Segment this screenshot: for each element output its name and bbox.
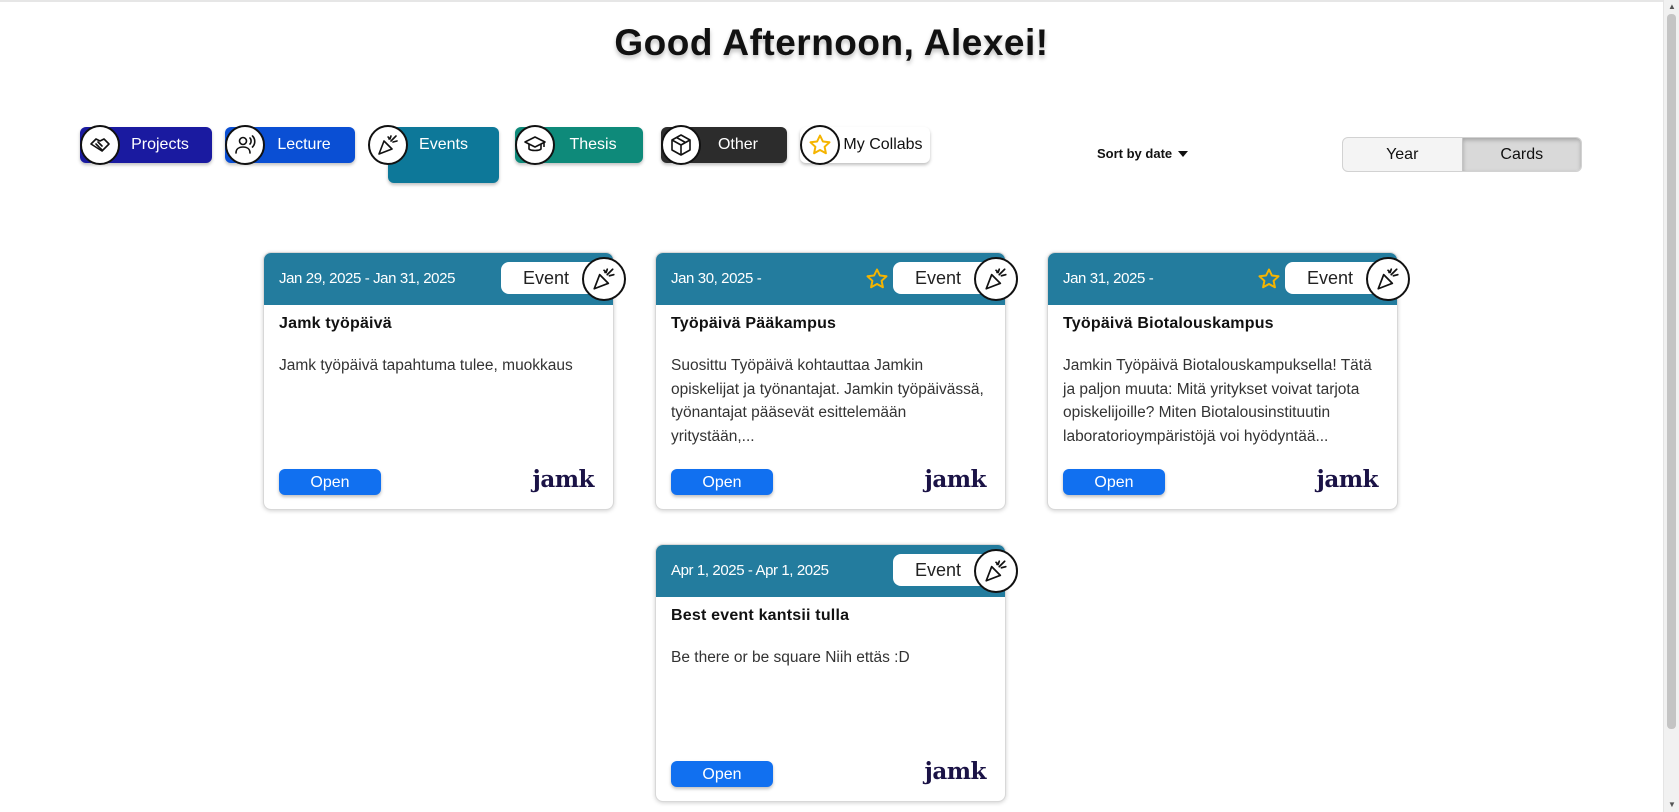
filter-my-collabs[interactable]: My Collabs <box>800 125 930 165</box>
sort-dropdown[interactable]: Sort by date <box>1097 146 1189 161</box>
card-description: Jamkin Työpäivä Biotalouskampuksella! Tä… <box>1063 357 1372 445</box>
star-icon[interactable] <box>865 267 889 291</box>
filter-lecture[interactable]: Lecture <box>225 125 355 165</box>
filter-my-collabs-label: My Collabs <box>843 136 923 153</box>
card-header: Jan 31, 2025 - Event <box>1048 253 1410 305</box>
scrollbar-thumb[interactable] <box>1667 14 1676 729</box>
page-title: Good Afternoon, Alexei! <box>614 22 1049 63</box>
scroll-up-icon[interactable]: ▲ <box>1664 0 1679 14</box>
card-title: Jamk työpäivä <box>279 315 392 332</box>
scroll-down-icon[interactable]: ▼ <box>1664 798 1679 812</box>
card-date: Jan 29, 2025 - Jan 31, 2025 <box>279 270 456 287</box>
open-button[interactable]: Open <box>671 469 773 495</box>
party-popper-icon <box>582 257 626 301</box>
card-header: Apr 1, 2025 - Apr 1, 2025 Event <box>656 545 1018 597</box>
jamk-logo: jamk <box>1316 466 1379 493</box>
jamk-logo: jamk <box>924 758 987 785</box>
card-header: Jan 29, 2025 - Jan 31, 2025 Event <box>264 253 626 305</box>
event-card: Jan 29, 2025 - Jan 31, 2025 Event Jamk t… <box>263 252 626 510</box>
event-card: Apr 1, 2025 - Apr 1, 2025 Event Best eve… <box>655 544 1018 802</box>
card-description: Suosittu Työpäivä kohtauttaa Jamkin opis… <box>671 357 984 445</box>
view-year-button[interactable]: Year <box>1343 138 1462 171</box>
jamk-logo: jamk <box>532 466 595 493</box>
filter-projects-label: Projects <box>131 136 189 153</box>
filter-events[interactable]: Events <box>368 125 499 183</box>
card-header: Jan 30, 2025 - Event <box>656 253 1018 305</box>
party-popper-icon <box>1366 257 1410 301</box>
card-title: Työpäivä Pääkampus <box>671 315 837 332</box>
filter-thesis[interactable]: Thesis <box>515 125 643 165</box>
open-button[interactable]: Open <box>671 761 773 787</box>
party-popper-icon <box>974 549 1018 593</box>
filter-other[interactable]: Other <box>661 125 787 165</box>
view-cards-button[interactable]: Cards <box>1461 138 1581 171</box>
scrollbar[interactable]: ▲ ▼ <box>1663 0 1679 812</box>
card-title: Best event kantsii tulla <box>671 607 850 624</box>
card-description: Jamk työpäivä tapahtuma tulee, muokkaus <box>279 357 573 374</box>
filter-projects[interactable]: Projects <box>80 125 212 165</box>
event-card: Jan 30, 2025 - Event Työpäivä Pääkampus … <box>655 252 1018 510</box>
view-toggle: Year Cards <box>1342 137 1582 172</box>
card-date: Jan 31, 2025 - <box>1063 270 1154 287</box>
open-button[interactable]: Open <box>279 469 381 495</box>
filter-lecture-label: Lecture <box>277 136 331 153</box>
card-title: Työpäivä Biotalouskampus <box>1063 315 1274 332</box>
filter-other-label: Other <box>717 136 758 153</box>
star-icon[interactable] <box>1257 267 1281 291</box>
event-card: Jan 31, 2025 - Event Työpäivä Biotalousk… <box>1047 252 1410 510</box>
open-button[interactable]: Open <box>1063 469 1165 495</box>
caret-down-icon <box>1178 150 1189 157</box>
filter-events-label: Events <box>419 136 468 153</box>
top-divider <box>0 0 1663 2</box>
card-date: Jan 30, 2025 - <box>671 270 762 287</box>
card-date: Apr 1, 2025 - Apr 1, 2025 <box>671 562 829 579</box>
card-description: Be there or be square Niih ettäs :D <box>671 649 910 666</box>
jamk-logo: jamk <box>924 466 987 493</box>
sort-label: Sort by date <box>1097 146 1173 161</box>
party-popper-icon <box>974 257 1018 301</box>
filter-thesis-label: Thesis <box>569 136 617 153</box>
